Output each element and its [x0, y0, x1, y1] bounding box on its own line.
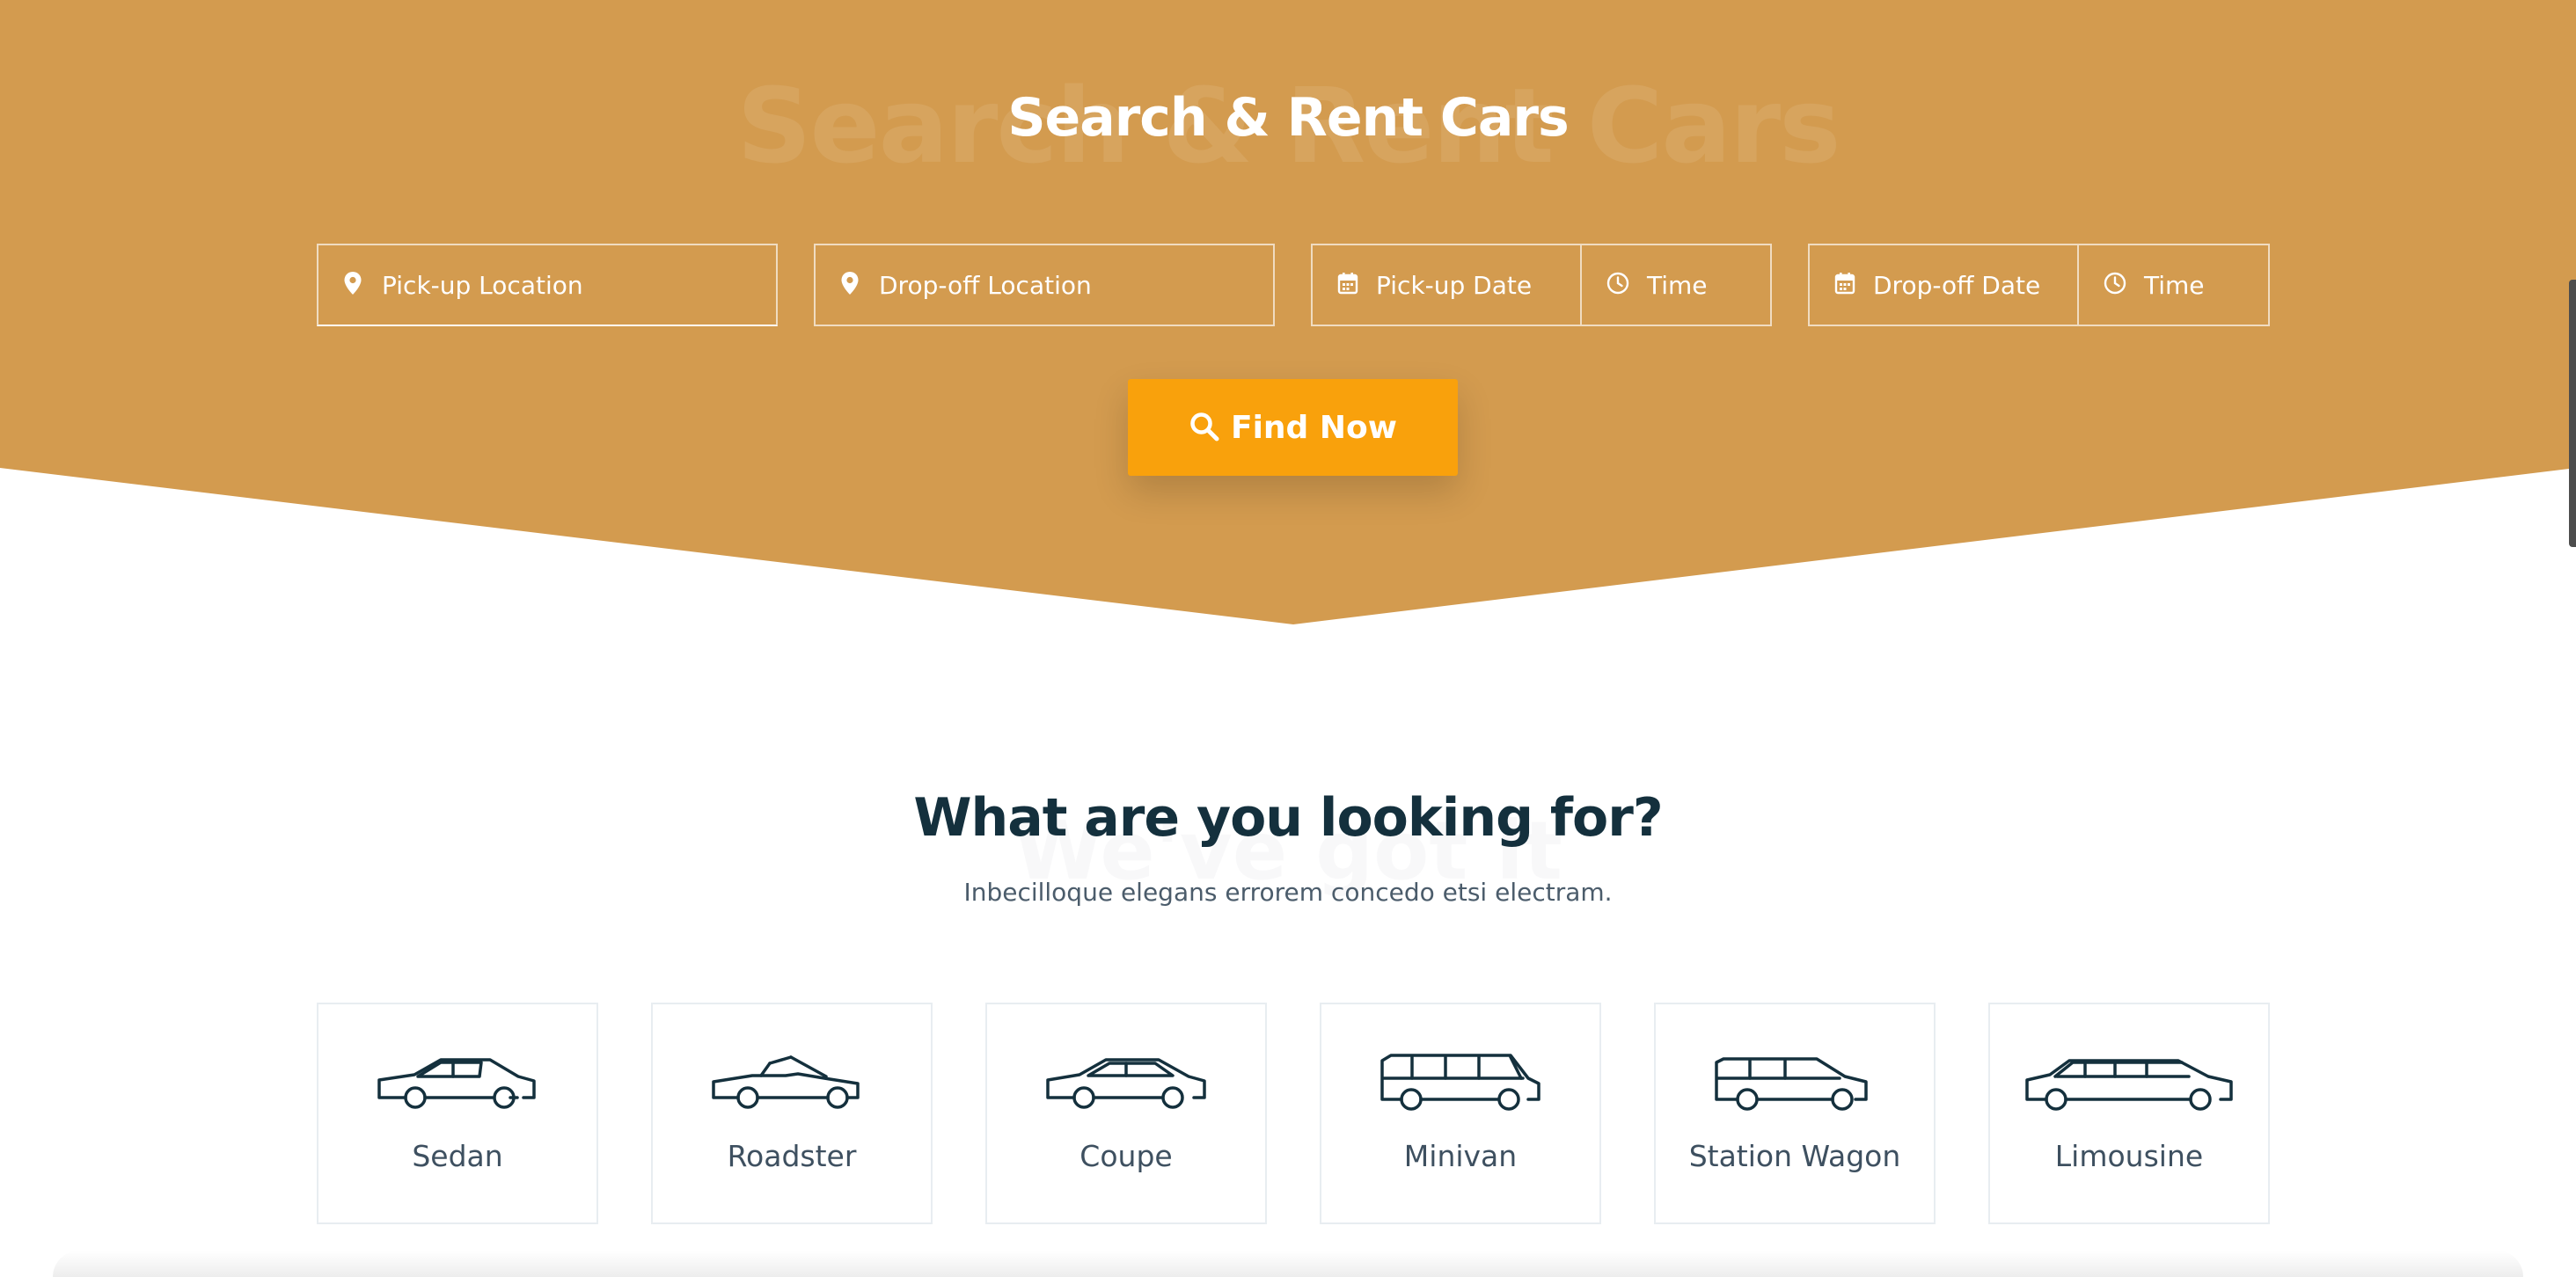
category-label: Coupe — [1079, 1139, 1173, 1173]
pickup-location-placeholder: Pick-up Location — [382, 270, 583, 300]
find-now-button[interactable]: Find Now — [1128, 379, 1458, 476]
category-card-station-wagon[interactable]: Station Wagon — [1654, 1003, 1936, 1224]
map-pin-icon — [840, 271, 860, 300]
pickup-date-input[interactable]: Pick-up Date — [1313, 245, 1582, 325]
hero-section: Search & Rent Cars Search & Rent Cars Pi… — [0, 0, 2576, 626]
category-card-roadster[interactable]: Roadster — [651, 1003, 933, 1224]
search-icon — [1189, 411, 1220, 445]
sedan-icon — [374, 1050, 541, 1116]
pickup-time-placeholder: Time — [1647, 270, 1708, 300]
hero-title: Search & Rent Cars — [1007, 87, 1569, 149]
dropoff-location-placeholder: Drop-off Location — [879, 270, 1092, 300]
footer-shadow-edge — [53, 1251, 2523, 1277]
category-label: Limousine — [2054, 1139, 2204, 1173]
limousine-icon — [2023, 1050, 2235, 1116]
dropoff-datetime-field: Drop-off Date Time — [1808, 244, 2270, 326]
category-label: Sedan — [412, 1139, 503, 1173]
coupe-icon — [1043, 1050, 1210, 1116]
find-now-label: Find Now — [1231, 409, 1397, 446]
section-title: What are you looking for? — [913, 787, 1663, 849]
category-label: Station Wagon — [1688, 1139, 1901, 1173]
dropoff-date-placeholder: Drop-off Date — [1873, 270, 2041, 300]
category-card-limousine[interactable]: Limousine — [1988, 1003, 2270, 1224]
dropoff-location-field[interactable]: Drop-off Location — [814, 244, 1275, 326]
pickup-location-field[interactable]: Pick-up Location — [317, 244, 778, 326]
category-card-minivan[interactable]: Minivan — [1320, 1003, 1601, 1224]
station-wagon-icon — [1711, 1050, 1878, 1116]
dropoff-time-input[interactable]: Time — [2079, 245, 2268, 325]
category-label: Minivan — [1403, 1139, 1518, 1173]
calendar-icon — [1834, 272, 1855, 299]
pickup-date-placeholder: Pick-up Date — [1376, 270, 1533, 300]
scrollbar-thumb[interactable] — [2569, 280, 2576, 547]
section-subtitle: Inbecilloque elegans errorem concedo ets… — [963, 878, 1613, 907]
clock-icon — [1606, 272, 1629, 299]
calendar-icon — [1337, 272, 1358, 299]
minivan-icon — [1377, 1050, 1544, 1116]
pickup-datetime-field: Pick-up Date Time — [1311, 244, 1772, 326]
clock-icon — [2104, 272, 2126, 299]
roadster-icon — [708, 1050, 875, 1116]
map-pin-icon — [343, 271, 362, 300]
pickup-time-input[interactable]: Time — [1582, 245, 1770, 325]
category-card-coupe[interactable]: Coupe — [985, 1003, 1267, 1224]
category-label: Roadster — [727, 1139, 857, 1173]
category-card-sedan[interactable]: Sedan — [317, 1003, 598, 1224]
dropoff-time-placeholder: Time — [2144, 270, 2205, 300]
dropoff-date-input[interactable]: Drop-off Date — [1810, 245, 2079, 325]
